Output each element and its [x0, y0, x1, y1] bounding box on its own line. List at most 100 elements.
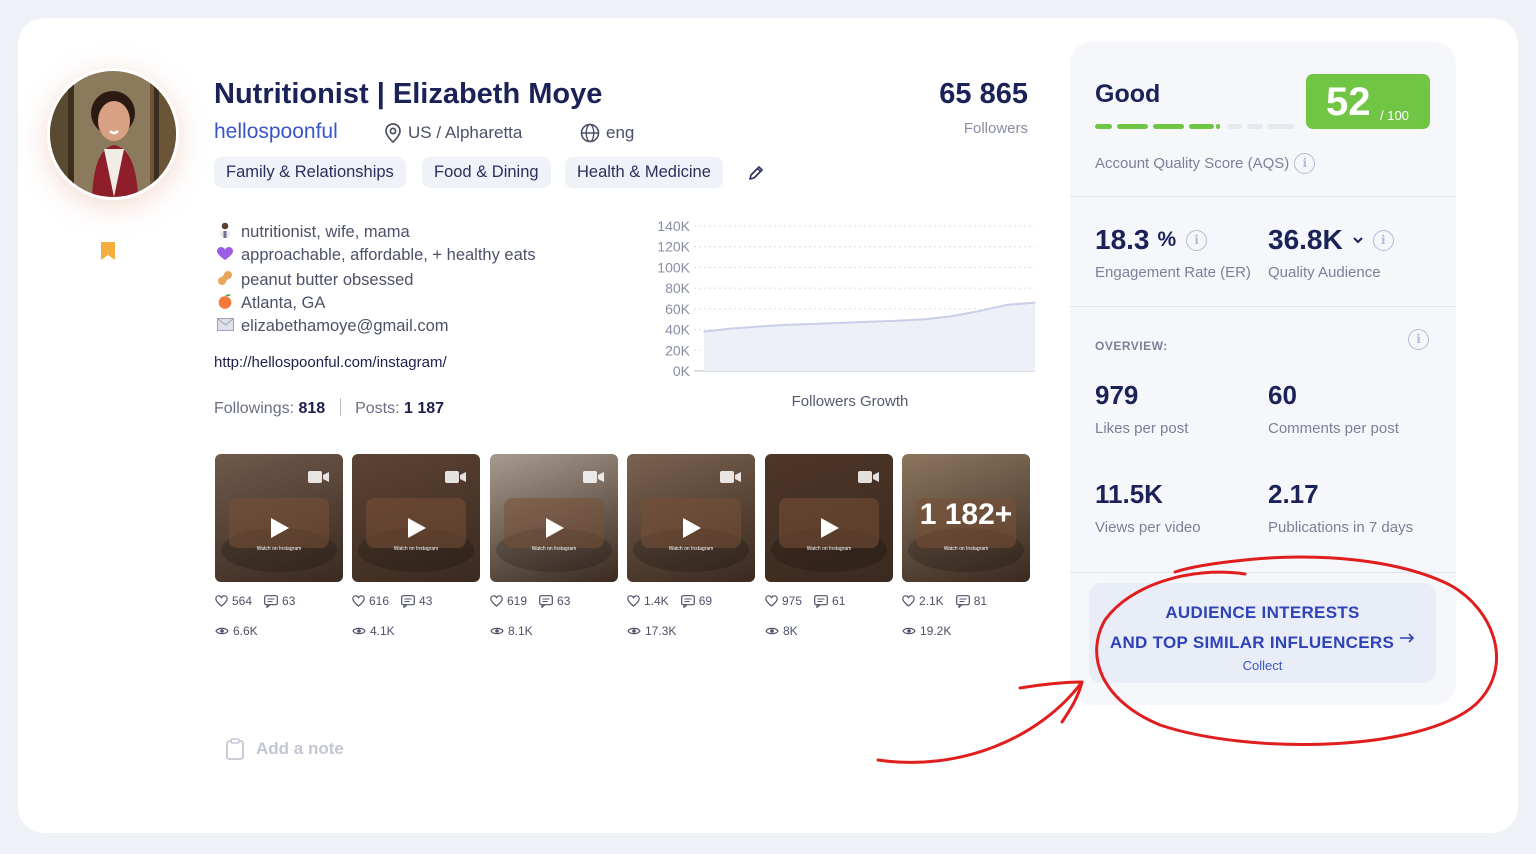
data-point [951, 315, 954, 317]
post-views: 8K [765, 624, 798, 638]
video-camera-icon [308, 470, 330, 489]
score-segment [1216, 124, 1220, 129]
thumbnail-caption: Watch on Instagram [256, 546, 302, 552]
er-label: Engagement Rate (ER) [1095, 264, 1251, 281]
profile-handle[interactable]: hellospoonful [214, 120, 338, 144]
comment-icon [401, 594, 415, 608]
category-tag[interactable]: Family & Relationships [214, 157, 406, 188]
envelope-icon [216, 318, 234, 335]
bio-text: Atlanta, GA [241, 293, 326, 312]
post-views: 4.1K [352, 624, 395, 638]
heart-icon [627, 595, 640, 607]
er-unit: % [1157, 228, 1177, 251]
likes-count: 564 [232, 594, 253, 608]
play-icon[interactable] [269, 516, 291, 545]
post-engagement: 1.4K 69 [627, 594, 712, 608]
bio-email[interactable]: elizabethamoye@gmail.com [241, 317, 449, 336]
info-icon[interactable]: i [1186, 229, 1208, 251]
globe-icon [580, 123, 600, 143]
eye-icon [490, 627, 504, 635]
qa-label: Quality Audience [1268, 264, 1381, 281]
eye-icon [627, 627, 641, 635]
post-engagement: 975 61 [765, 594, 845, 608]
play-icon[interactable] [544, 516, 566, 545]
likes-count: 2.1K [919, 594, 944, 608]
avatar-frame [47, 68, 179, 200]
overview-stat-label: Comments per post [1268, 420, 1399, 437]
comments-count: 43 [419, 594, 433, 608]
more-posts-overlay[interactable]: 1 182+ [902, 498, 1030, 532]
play-icon[interactable] [406, 516, 428, 545]
post-thumbnail[interactable]: 1 182+ Watch on Instagram [902, 454, 1030, 582]
thumbnail-caption: Watch on Instagram [393, 546, 439, 552]
comment-icon [264, 594, 278, 608]
posts-value: 1 187 [404, 400, 445, 417]
post-engagement: 564 63 [215, 594, 295, 608]
play-icon[interactable] [681, 516, 703, 545]
score-segment [1117, 124, 1148, 129]
qa-value-row: 36.8K i [1268, 224, 1394, 256]
video-camera-icon [858, 470, 880, 489]
thumbnail-caption: Watch on Instagram [668, 546, 714, 552]
qa-value: 36.8K [1268, 224, 1343, 255]
comments-count: 63 [282, 594, 296, 608]
post-engagement: 2.1K 81 [902, 594, 987, 608]
post-thumbnail[interactable]: Watch on Instagram [765, 454, 893, 582]
er-value: 18.3 [1095, 224, 1150, 255]
profile-link[interactable]: http://hellospoonful.com/instagram/ [214, 354, 447, 371]
heart-icon [215, 595, 228, 607]
y-tick-label: 100K [657, 259, 690, 275]
likes-count: 616 [369, 594, 390, 608]
data-point [785, 324, 788, 326]
likes-count: 619 [507, 594, 528, 608]
followings-label: Followings: [214, 400, 295, 417]
score-value: 52 [1326, 80, 1371, 124]
post-thumbnail[interactable]: Watch on Instagram [490, 454, 618, 582]
overview-stat-label: Publications in 7 days [1268, 519, 1414, 536]
score-segment [1228, 124, 1242, 129]
likes-count: 975 [782, 594, 803, 608]
add-note-label: Add a note [256, 739, 344, 758]
comments-count: 63 [557, 594, 571, 608]
y-tick-label: 80K [665, 280, 691, 296]
data-point [868, 321, 871, 323]
eye-icon [352, 627, 366, 635]
area-fill [704, 302, 1035, 371]
language: eng [580, 123, 634, 143]
data-point [703, 330, 705, 333]
add-note[interactable]: Add a note [226, 738, 344, 760]
views-count: 19.2K [920, 624, 952, 638]
info-icon[interactable]: i [1408, 329, 1429, 350]
y-tick-label: 60K [665, 301, 691, 317]
chevron-down-icon[interactable] [1351, 235, 1365, 245]
category-tag[interactable]: Health & Medicine [565, 157, 723, 188]
peanut-icon [216, 270, 234, 290]
post-views: 6.6K [215, 624, 258, 638]
bio-line: Atlanta, GA [216, 293, 325, 313]
y-tick-label: 120K [657, 239, 690, 255]
data-point [841, 322, 843, 324]
aqs-label: Account Quality Score (AQS) [1095, 155, 1290, 172]
er-value-row: 18.3 % i [1095, 224, 1208, 256]
info-icon[interactable]: i [1372, 229, 1394, 251]
y-tick-label: 40K [665, 322, 691, 338]
bookmark-icon[interactable] [100, 241, 116, 266]
post-thumbnail[interactable]: Watch on Instagram [627, 454, 755, 582]
profile-name: Nutritionist | Elizabeth Moye [214, 78, 603, 110]
data-point [1034, 301, 1036, 304]
post-views: 19.2K [902, 624, 951, 638]
clipboard-icon [226, 738, 244, 760]
data-point [730, 327, 733, 330]
separator [339, 398, 341, 416]
avatar[interactable] [50, 71, 176, 197]
play-icon[interactable] [819, 516, 841, 545]
post-thumbnail[interactable]: Watch on Instagram [352, 454, 480, 582]
y-tick-label: 20K [665, 342, 691, 358]
audience-interests-button[interactable]: AUDIENCE INTERESTS AND TOP SIMILAR INFLU… [1089, 583, 1436, 683]
edit-pencil-icon[interactable] [748, 165, 764, 186]
divider [1070, 306, 1456, 307]
post-thumbnail[interactable]: Watch on Instagram [215, 454, 343, 582]
info-icon[interactable]: i [1294, 153, 1316, 174]
location-pin-icon [385, 123, 401, 143]
category-tag[interactable]: Food & Dining [422, 157, 551, 188]
